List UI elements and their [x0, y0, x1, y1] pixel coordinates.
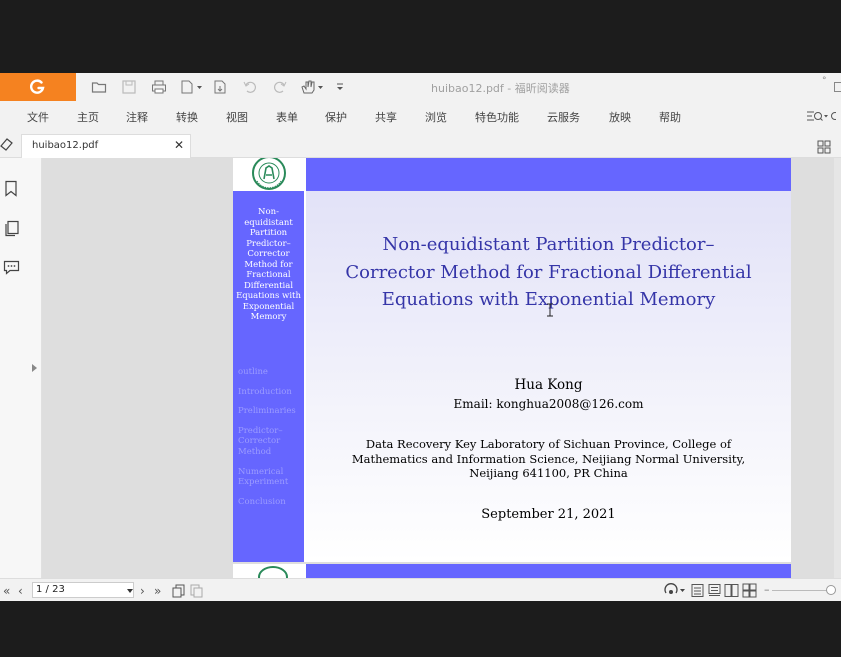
document-tab-bar: huibao12.pdf ✕ [0, 131, 841, 158]
menu-form[interactable]: 表单 [276, 109, 298, 125]
grid-view-icon[interactable] [817, 139, 831, 154]
continuous-page-icon[interactable] [707, 583, 722, 598]
menu-convert[interactable]: 转换 [176, 109, 198, 125]
screen-top-border [0, 0, 841, 73]
first-page-icon[interactable]: « [3, 584, 10, 598]
minimize-icon[interactable]: ° [822, 76, 827, 86]
undo-icon[interactable] [242, 79, 258, 95]
slide-header-bar [306, 158, 791, 191]
save-icon[interactable] [121, 79, 137, 95]
status-bar: « ‹ 1 / 23 › » – [0, 578, 841, 601]
eraser-icon[interactable] [0, 136, 14, 152]
text-cursor-icon [546, 302, 554, 317]
navigation-sidebar [0, 158, 42, 578]
document-view[interactable]: Non-equidistant Partition Predictor–Corr… [42, 158, 841, 578]
tab-label: huibao12.pdf [32, 140, 99, 151]
previous-view-icon[interactable] [171, 583, 186, 598]
hand-tool-dropdown-icon[interactable] [300, 79, 324, 95]
foxit-logo[interactable] [0, 73, 76, 101]
menu-protect[interactable]: 保护 [325, 109, 347, 125]
foxit-reader-window: huibao12.pdf - 福昕阅读器 ° 文件 主页 注释 转换 视图 表单… [0, 73, 841, 601]
tab-huibao12[interactable]: huibao12.pdf ✕ [21, 134, 191, 158]
screen-bottom-border [0, 601, 841, 657]
foxit-logo-icon [30, 79, 45, 94]
tab-close-icon[interactable]: ✕ [174, 138, 184, 152]
slide-date: September 21, 2021 [481, 507, 616, 522]
slide-nav-outline[interactable]: outline [238, 367, 304, 377]
slide-header-bar-page2 [306, 564, 791, 578]
vertical-scrollbar[interactable] [834, 158, 841, 578]
open-folder-icon[interactable] [91, 79, 107, 95]
zoom-slider-knob[interactable] [826, 585, 836, 595]
menu-file[interactable]: 文件 [27, 109, 49, 125]
slide-nav-conclusion[interactable]: Conclusion [238, 497, 304, 507]
menu-comment[interactable]: 注释 [126, 109, 148, 125]
continuous-facing-icon[interactable] [742, 583, 757, 598]
title-bar: huibao12.pdf - 福昕阅读器 ° [0, 73, 841, 101]
previous-page-icon[interactable]: ‹ [18, 584, 23, 598]
page-number-input[interactable]: 1 / 23 [32, 582, 134, 598]
new-document-dropdown-icon[interactable] [180, 79, 202, 95]
menu-browse[interactable]: 浏览 [425, 109, 447, 125]
comments-icon[interactable] [3, 259, 20, 276]
redo-icon[interactable] [272, 79, 288, 95]
pages-thumbnail-icon[interactable] [3, 220, 20, 237]
pdf-page-1: Non-equidistant Partition Predictor–Corr… [233, 158, 791, 562]
university-seal-logo-page2 [258, 566, 288, 578]
menu-cloud[interactable]: 云服务 [547, 109, 580, 125]
slide-content: Non-equidistant Partition Predictor–Corr… [306, 191, 791, 562]
slide-sidebar-title: Non-equidistant Partition Predictor–Corr… [236, 207, 301, 322]
find-search-icon[interactable] [806, 108, 839, 124]
bookmark-icon[interactable] [3, 180, 20, 197]
menu-share[interactable]: 共享 [375, 109, 397, 125]
page-dropdown-icon[interactable] [127, 589, 133, 593]
slide-navigation-sidebar: Non-equidistant Partition Predictor–Corr… [233, 191, 304, 562]
menu-features[interactable]: 特色功能 [475, 109, 519, 125]
zoom-slider[interactable] [772, 590, 834, 591]
slide-nav-method[interactable]: Predictor–Corrector Method [238, 426, 290, 457]
slide-nav-introduction[interactable]: Introduction [238, 387, 304, 397]
single-page-icon[interactable] [690, 583, 705, 598]
export-icon[interactable] [212, 79, 228, 95]
print-icon[interactable] [151, 79, 167, 95]
restore-icon[interactable] [834, 82, 841, 92]
customize-toolbar-icon[interactable] [334, 79, 350, 95]
zoom-out-icon[interactable]: – [764, 583, 770, 596]
read-mode-dropdown-icon[interactable] [664, 583, 688, 598]
expand-sidebar-arrow-icon[interactable] [32, 364, 37, 372]
slide-affiliation: Data Recovery Key Laboratory of Sichuan … [351, 437, 746, 480]
page-indicator: 1 / 23 [36, 584, 65, 595]
last-page-icon[interactable]: » [154, 584, 161, 598]
slide-email: Email: konghua2008@126.com [453, 397, 644, 411]
next-view-icon[interactable] [189, 583, 204, 598]
facing-pages-icon[interactable] [724, 583, 739, 598]
window-title: huibao12.pdf - 福昕阅读器 [431, 82, 570, 95]
pdf-page-2-preview [233, 564, 791, 578]
university-seal-logo [233, 158, 304, 191]
menu-view[interactable]: 视图 [226, 109, 248, 125]
menu-bar: 文件 主页 注释 转换 视图 表单 保护 共享 浏览 特色功能 云服务 放映 帮… [0, 101, 841, 131]
menu-home[interactable]: 主页 [77, 109, 99, 125]
menu-help[interactable]: 帮助 [659, 109, 681, 125]
menu-slideshow[interactable]: 放映 [609, 109, 631, 125]
slide-author: Hua Kong [514, 377, 583, 393]
slide-nav-preliminaries[interactable]: Preliminaries [238, 406, 304, 416]
next-page-icon[interactable]: › [140, 584, 145, 598]
slide-nav-numerical[interactable]: Numerical Experiment [238, 467, 300, 488]
